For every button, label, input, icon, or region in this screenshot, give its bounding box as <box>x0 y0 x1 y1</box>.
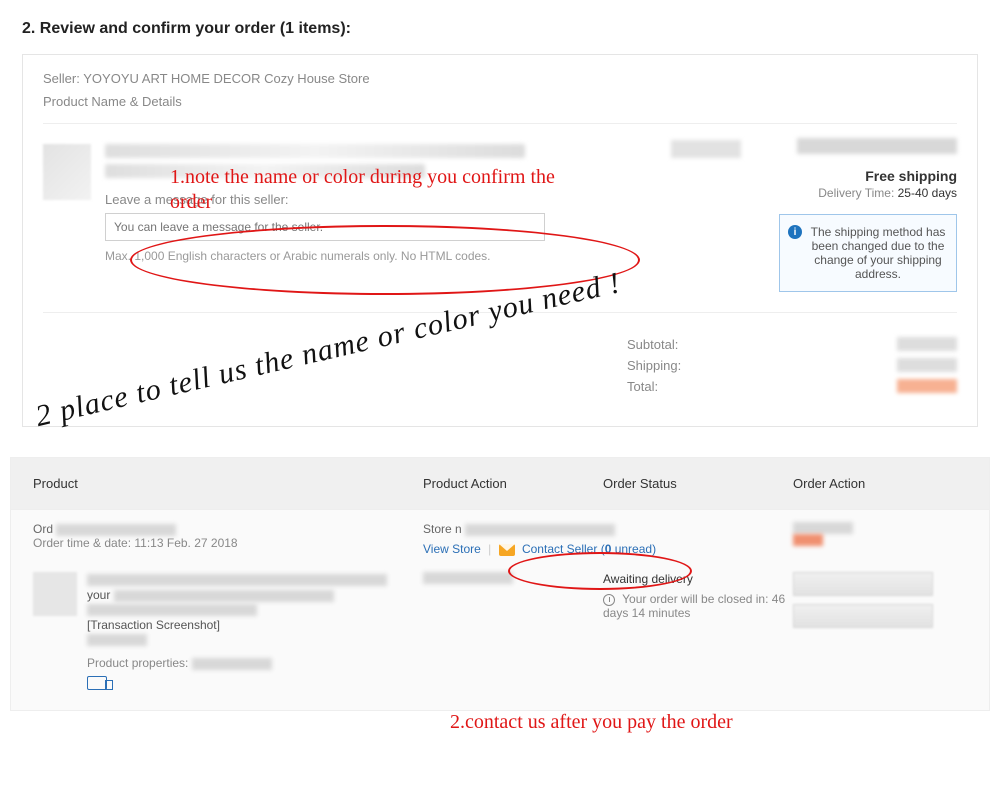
view-store-link[interactable]: View Store <box>423 542 481 556</box>
divider <box>43 123 957 124</box>
annotation-note-2: 2.contact us after you pay the order <box>450 710 733 735</box>
seller-name: YOYOYU ART HOME DECOR Cozy House Store <box>83 71 369 86</box>
header-product: Product <box>33 476 423 491</box>
header-order-status: Order Status <box>603 476 793 491</box>
envelope-icon <box>499 544 515 556</box>
seller-line: Seller: YOYOYU ART HOME DECOR Cozy House… <box>43 71 957 86</box>
redacted-text <box>105 144 525 158</box>
redacted-text <box>105 164 425 178</box>
orders-table: Product Product Action Order Status Orde… <box>10 457 990 711</box>
redacted-value <box>897 379 957 393</box>
order-id-cell: Ord Order time & date: 11:13 Feb. 27 201… <box>33 522 423 556</box>
redacted-value <box>897 358 957 372</box>
redacted-text <box>797 138 957 154</box>
redacted-text <box>793 534 823 546</box>
separator: | <box>488 542 491 556</box>
product-description: your [Transaction Screenshot] Product pr… <box>87 572 423 690</box>
review-order-panel: Seller: YOYOYU ART HOME DECOR Cozy House… <box>22 54 978 427</box>
redacted-text <box>87 634 147 646</box>
shipping-change-text: The shipping method has been changed due… <box>811 225 946 281</box>
product-details-label: Product Name & Details <box>43 94 957 109</box>
clock-icon <box>603 594 615 606</box>
contact-seller-text: Contact Seller <box>522 542 597 556</box>
order-body-row: your [Transaction Screenshot] Product pr… <box>11 556 989 710</box>
store-prefix: Store n <box>423 522 462 536</box>
product-row: Leave a message for this seller: Max. 1,… <box>43 138 957 292</box>
order-action-button[interactable] <box>793 604 933 628</box>
subtotal-label: Subtotal: <box>627 337 678 352</box>
redacted-text <box>87 604 257 616</box>
qty-price-col <box>571 138 741 158</box>
shipping-col: Free shipping Delivery Time: 25-40 days … <box>757 138 957 292</box>
redacted-text <box>671 140 741 158</box>
redacted-text <box>56 524 176 536</box>
delivery-time-days: 25-40 days <box>898 186 957 200</box>
order-id-prefix: Ord <box>33 522 53 536</box>
divider <box>43 312 957 313</box>
delivery-time: Delivery Time: 25-40 days <box>757 186 957 200</box>
order-time-label: Order time & date: <box>33 536 131 550</box>
unread-word: unread) <box>611 542 656 556</box>
order-meta-row: Ord Order time & date: 11:13 Feb. 27 201… <box>11 509 989 556</box>
redacted-text <box>423 572 513 584</box>
redacted-text <box>114 590 334 602</box>
awaiting-delivery-label: Awaiting delivery <box>603 572 793 586</box>
shipping-row: Shipping: <box>627 358 957 373</box>
info-icon: i <box>788 225 802 239</box>
shipping-label: Shipping: <box>627 358 681 373</box>
redacted-text <box>465 524 615 536</box>
seller-label: Seller: <box>43 71 80 86</box>
order-action-meta <box>793 522 967 556</box>
redacted-text <box>793 522 853 534</box>
leave-message-label: Leave a message for this seller: <box>105 192 561 207</box>
delivery-time-label: Delivery Time: <box>818 186 894 200</box>
redacted-value <box>897 337 957 351</box>
product-properties-label: Product properties: <box>87 656 188 670</box>
product-action-body <box>423 572 603 690</box>
totals-block: Subtotal: Shipping: Total: <box>43 331 957 400</box>
product-main-col: Leave a message for this seller: Max. 1,… <box>105 138 571 263</box>
order-action-body <box>793 572 967 690</box>
contact-seller-link[interactable]: Contact Seller (0 unread) <box>522 542 656 556</box>
free-shipping-label: Free shipping <box>757 168 957 184</box>
transaction-snapshot-label: [Transaction Screenshot] <box>87 618 423 632</box>
product-desc-your: your <box>87 588 110 602</box>
order-action-button[interactable] <box>793 572 933 596</box>
truck-icon <box>87 676 107 690</box>
product-thumbnail <box>33 572 77 616</box>
shipping-change-notice: i The shipping method has been changed d… <box>779 214 957 292</box>
order-status-body: Awaiting delivery Your order will be clo… <box>603 572 793 690</box>
seller-message-input[interactable] <box>105 213 545 241</box>
subtotal-row: Subtotal: <box>627 337 957 352</box>
order-time-value: 11:13 Feb. 27 2018 <box>134 536 237 550</box>
product-action-cell: Store n View Store | Contact Seller (0 u… <box>423 522 793 556</box>
orders-table-header: Product Product Action Order Status Orde… <box>11 458 989 509</box>
total-row: Total: <box>627 379 957 394</box>
message-help-text: Max. 1,000 English characters or Arabic … <box>105 249 561 263</box>
product-thumbnail <box>43 144 91 200</box>
redacted-text <box>87 574 387 586</box>
total-label: Total: <box>627 379 658 394</box>
close-in-prefix: Your order will be closed in: <box>622 592 768 606</box>
header-order-action: Order Action <box>793 476 967 491</box>
header-product-action: Product Action <box>423 476 603 491</box>
step-title: 2. Review and confirm your order (1 item… <box>0 0 1000 54</box>
redacted-text <box>192 658 272 670</box>
